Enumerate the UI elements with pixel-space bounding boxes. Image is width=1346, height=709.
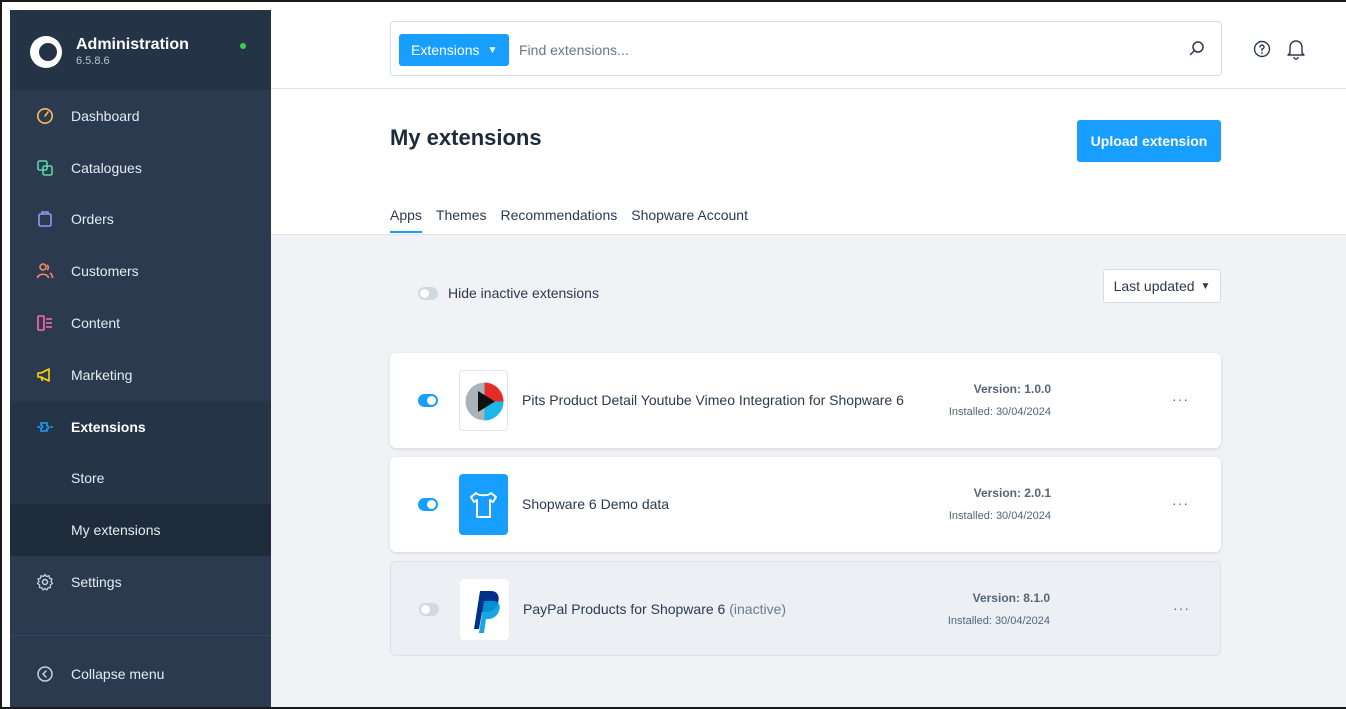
extension-name[interactable]: Pits Product Detail Youtube Vimeo Integr… xyxy=(522,392,904,408)
tab-apps[interactable]: Apps xyxy=(390,207,422,233)
sort-select[interactable]: Last updated ▼ xyxy=(1103,269,1221,303)
extension-version: Version: 8.1.0 xyxy=(972,591,1050,605)
search-input[interactable] xyxy=(519,36,1159,64)
more-actions-icon[interactable]: ··· xyxy=(1172,391,1189,407)
more-actions-icon[interactable]: ··· xyxy=(1172,495,1189,511)
dashboard-icon xyxy=(36,107,54,125)
sidebar-item-label: Catalogues xyxy=(71,159,142,176)
sidebar-item-settings[interactable]: Settings xyxy=(10,556,271,608)
catalogues-icon xyxy=(36,159,54,177)
page-title: My extensions xyxy=(390,125,542,150)
collapse-menu-button[interactable]: Collapse menu xyxy=(10,635,271,707)
help-icon[interactable] xyxy=(1253,40,1271,58)
chevron-left-circle-icon xyxy=(36,665,54,683)
extension-name-text: PayPal Products for Shopware 6 xyxy=(523,601,726,617)
brand-title: Administration xyxy=(76,36,189,53)
extension-card: Pits Product Detail Youtube Vimeo Integr… xyxy=(390,353,1221,448)
hide-inactive-filter: Hide inactive extensions xyxy=(418,285,599,301)
extension-card: Shopware 6 Demo data Version: 2.0.1 Inst… xyxy=(390,457,1221,552)
tabs: Apps Themes Recommendations Shopware Acc… xyxy=(390,207,748,233)
top-bar: Extensions ▼ xyxy=(271,10,1346,89)
search-type-label: Extensions xyxy=(411,42,480,58)
settings-icon xyxy=(36,573,54,591)
sidebar-item-label: Settings xyxy=(71,574,122,591)
sidebar-item-customers[interactable]: Customers xyxy=(10,245,271,297)
sidebar-item-extensions[interactable]: Extensions xyxy=(10,400,271,453)
upload-extension-button[interactable]: Upload extension xyxy=(1077,120,1221,162)
extension-version: Version: 2.0.1 xyxy=(973,486,1051,500)
sidebar-subitem-store[interactable]: Store xyxy=(10,452,271,505)
shopware-logo-icon xyxy=(30,36,62,68)
tab-themes[interactable]: Themes xyxy=(436,207,487,233)
sidebar-item-label: Dashboard xyxy=(71,107,140,124)
orders-icon xyxy=(36,210,54,228)
tab-shopware-account[interactable]: Shopware Account xyxy=(631,207,748,233)
video-plugin-logo-icon xyxy=(459,370,508,431)
extensions-icon xyxy=(36,418,54,436)
extension-version: Version: 1.0.0 xyxy=(973,382,1051,396)
extension-name[interactable]: PayPal Products for Shopware 6 (inactive… xyxy=(523,601,786,617)
extension-name[interactable]: Shopware 6 Demo data xyxy=(522,496,669,512)
extension-active-toggle[interactable] xyxy=(418,394,438,407)
extension-installed-date: Installed: 30/04/2024 xyxy=(947,615,1050,627)
sidebar-item-label: Extensions xyxy=(71,418,146,435)
sidebar-subitem-label: My extensions xyxy=(71,522,161,539)
sidebar-item-label: Orders xyxy=(71,211,114,228)
extensions-list-area: Hide inactive extensions Last updated ▼ … xyxy=(271,235,1346,707)
extension-name-text: Pits Product Detail Youtube Vimeo Integr… xyxy=(522,392,904,408)
search-icon[interactable] xyxy=(1187,39,1207,59)
status-dot-icon xyxy=(240,43,246,49)
sidebar-nav: Dashboard Catalogues Orders Customers Co… xyxy=(10,90,271,608)
extension-active-toggle[interactable] xyxy=(418,498,438,511)
global-search: Extensions ▼ xyxy=(390,21,1222,76)
extension-active-toggle[interactable] xyxy=(419,603,439,616)
sidebar-subitem-my-extensions[interactable]: My extensions xyxy=(10,504,271,557)
sidebar-item-dashboard[interactable]: Dashboard xyxy=(10,90,271,142)
sidebar: Administration 6.5.8.6 Dashboard Catalog… xyxy=(10,10,271,707)
content-icon xyxy=(36,314,54,332)
sidebar-item-content[interactable]: Content xyxy=(10,297,271,349)
search-type-dropdown[interactable]: Extensions ▼ xyxy=(399,34,510,66)
collapse-menu-label: Collapse menu xyxy=(71,665,165,682)
sort-label: Last updated xyxy=(1113,278,1195,294)
sidebar-item-orders[interactable]: Orders xyxy=(10,194,271,246)
sidebar-item-catalogues[interactable]: Catalogues xyxy=(10,142,271,194)
extension-installed-date: Installed: 30/04/2024 xyxy=(948,406,1051,418)
app-frame: Administration 6.5.8.6 Dashboard Catalog… xyxy=(0,0,1346,709)
tshirt-icon xyxy=(459,474,508,535)
hide-inactive-label: Hide inactive extensions xyxy=(448,285,599,301)
sidebar-subitem-label: Store xyxy=(71,470,105,487)
more-actions-icon[interactable]: ··· xyxy=(1173,600,1190,616)
extension-card: PayPal Products for Shopware 6 (inactive… xyxy=(390,561,1221,656)
customers-icon xyxy=(36,262,54,280)
paypal-logo-icon xyxy=(460,579,509,640)
sidebar-item-label: Customers xyxy=(71,263,139,280)
bell-icon[interactable] xyxy=(1286,38,1306,60)
sidebar-item-label: Marketing xyxy=(71,366,133,383)
extension-status: (inactive) xyxy=(729,601,787,617)
extension-installed-date: Installed: 30/04/2024 xyxy=(948,510,1051,522)
sidebar-item-marketing[interactable]: Marketing xyxy=(10,349,271,401)
extension-name-text: Shopware 6 Demo data xyxy=(522,496,670,512)
hide-inactive-toggle[interactable] xyxy=(418,286,438,300)
tab-recommendations[interactable]: Recommendations xyxy=(501,207,618,233)
sidebar-item-label: Content xyxy=(71,315,121,332)
brand[interactable]: Administration 6.5.8.6 xyxy=(10,10,271,90)
marketing-icon xyxy=(36,366,54,384)
chevron-down-icon: ▼ xyxy=(487,44,498,56)
chevron-down-icon: ▼ xyxy=(1200,280,1211,292)
page-header: My extensions Upload extension Apps Them… xyxy=(271,89,1346,235)
brand-version: 6.5.8.6 xyxy=(76,55,110,67)
